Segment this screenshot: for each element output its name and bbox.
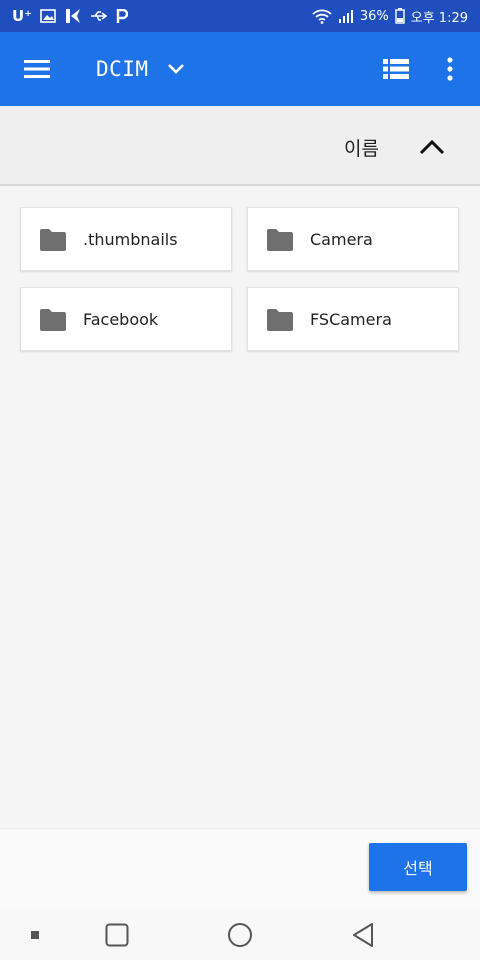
select-button[interactable]: 선택 — [369, 843, 467, 891]
system-nav-bar — [0, 908, 480, 960]
page-title: DCIM — [96, 57, 149, 81]
status-left-icons: U⁺ — [12, 7, 129, 25]
back-icon — [353, 923, 373, 947]
more-options-button[interactable] — [436, 52, 464, 86]
menu-button[interactable] — [20, 55, 54, 83]
folder-item-thumbnails[interactable]: .thumbnails — [20, 207, 232, 271]
list-view-button[interactable] — [380, 54, 412, 84]
carrier-label: U⁺ — [12, 7, 33, 25]
folder-icon — [267, 309, 293, 331]
home-button[interactable] — [225, 920, 255, 950]
signal-icon — [338, 9, 354, 23]
image-notification-icon — [40, 9, 56, 23]
sort-by-label[interactable]: 이름 — [344, 134, 379, 161]
recent-apps-icon — [105, 923, 129, 947]
list-view-icon — [383, 59, 409, 79]
home-icon — [228, 923, 252, 947]
battery-icon — [395, 8, 405, 24]
recent-apps-button[interactable] — [102, 920, 132, 950]
dot-icon — [31, 931, 39, 939]
sort-order-button[interactable] — [414, 132, 450, 162]
status-bar: U⁺ 36% 오후 1:29 — [0, 0, 480, 32]
folder-icon — [40, 229, 66, 251]
folder-item-camera[interactable]: Camera — [247, 207, 459, 271]
app-notification-icon — [64, 8, 82, 24]
app-bar: DCIM — [0, 32, 480, 106]
folder-icon — [40, 309, 66, 331]
wifi-icon — [312, 8, 332, 24]
clock: 오후 1:29 — [410, 10, 468, 26]
folder-name: Camera — [310, 230, 373, 249]
more-vert-icon — [447, 57, 453, 81]
folder-selector[interactable]: DCIM — [96, 52, 185, 86]
back-button[interactable] — [348, 920, 378, 950]
chevron-up-icon — [419, 139, 445, 155]
folder-name: Facebook — [83, 310, 159, 329]
folder-item-fscamera[interactable]: FSCamera — [247, 287, 459, 351]
status-right-icons: 36% 오후 1:29 — [312, 7, 468, 26]
battery-percent: 36% — [359, 8, 389, 24]
folder-name: .thumbnails — [83, 230, 178, 249]
folder-name: FSCamera — [310, 310, 392, 329]
chevron-down-icon — [167, 64, 184, 74]
folder-icon — [267, 229, 293, 251]
parking-icon — [116, 8, 129, 24]
nav-dot-button[interactable] — [20, 920, 50, 950]
hamburger-menu-icon — [24, 60, 50, 78]
folder-item-facebook[interactable]: Facebook — [20, 287, 232, 351]
usb-icon — [90, 10, 108, 22]
sort-bar: 이름 — [0, 106, 480, 186]
